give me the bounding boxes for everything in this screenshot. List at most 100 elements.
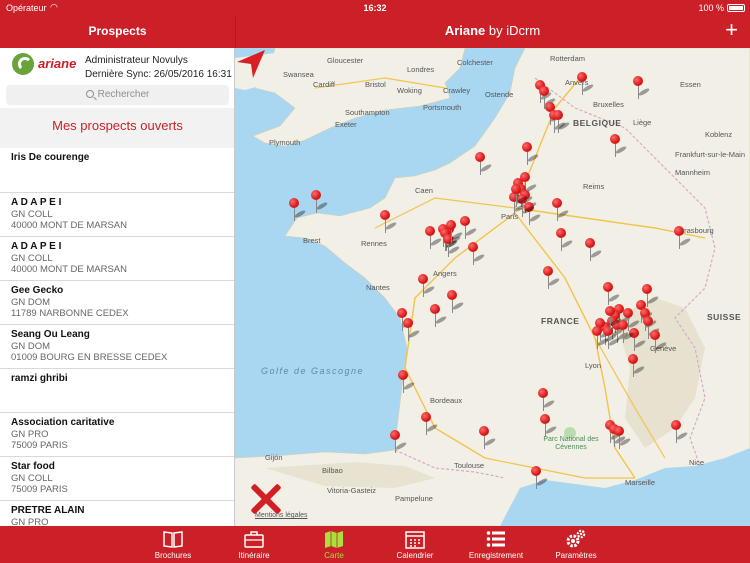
- prospect-map-pin[interactable]: [429, 304, 448, 328]
- ariane-logo: ariane: [12, 53, 76, 75]
- prospect-map-pin[interactable]: [424, 226, 443, 250]
- map-label-woking: Woking: [397, 86, 422, 95]
- map-label-bordeaux: Bordeaux: [430, 396, 463, 405]
- prospect-map-pin[interactable]: [467, 242, 486, 266]
- map-label-ostende: Ostende: [485, 90, 514, 99]
- prospect-map-pin[interactable]: [542, 266, 561, 290]
- prospect-map-pin[interactable]: [551, 198, 570, 222]
- prospect-map-pin[interactable]: [420, 412, 439, 436]
- prospect-map-pin[interactable]: [397, 370, 416, 394]
- app-title: Ariane by iDcrm: [235, 23, 750, 38]
- prospect-map-pin[interactable]: [552, 110, 571, 134]
- prospect-map-pin[interactable]: [474, 152, 493, 176]
- map-label-rotterdam: Rotterdam: [550, 54, 586, 63]
- prospect-map-pin[interactable]: [555, 228, 574, 252]
- tab-book[interactable]: Brochures: [133, 526, 213, 563]
- map-label-park: Parc National des Cévennes: [543, 436, 599, 451]
- locate-arrow-icon[interactable]: [235, 48, 267, 80]
- prospect-list-item[interactable]: ramzi ghribi: [0, 368, 234, 412]
- prospect-map-pin[interactable]: [591, 326, 610, 350]
- prospect-address: 40000 MONT DE MARSAN: [11, 220, 127, 231]
- prospect-map-pin[interactable]: [649, 330, 668, 354]
- map-label-frankfurt: Frankfurt-sur-le-Main: [675, 150, 746, 159]
- map-view[interactable]: Gloucester Londres Colchester Rotterdam Swan…: [235, 48, 750, 526]
- map-label-belgique: BELGIQUE: [573, 118, 622, 128]
- prospect-map-pin[interactable]: [537, 388, 556, 412]
- prospect-list-item[interactable]: Iris De courenge: [0, 148, 234, 192]
- map-label-colchester: Colchester: [457, 58, 493, 67]
- map-label-angers: Angers: [433, 269, 457, 278]
- user-name: Administrateur Novulys: [85, 55, 188, 66]
- prospect-map-pin[interactable]: [288, 198, 307, 222]
- map-label-liege: Liège: [633, 118, 652, 127]
- map-label-swansea: Swansea: [283, 70, 314, 79]
- prospect-map-pin[interactable]: [446, 290, 465, 314]
- prospect-map-pin[interactable]: [478, 426, 497, 450]
- gears-icon: [565, 529, 587, 549]
- prospect-list-item[interactable]: Gee Gecko GN DOM 11789 NARBONNE CEDEX: [0, 280, 234, 324]
- prospect-map-pin[interactable]: [627, 354, 646, 378]
- prospect-list-item[interactable]: A D A P E I GN COLL 40000 MONT DE MARSAN: [0, 192, 234, 236]
- close-map-button[interactable]: [249, 482, 283, 516]
- tab-gears[interactable]: Paramètres: [536, 526, 616, 563]
- calendar-icon: [404, 529, 426, 549]
- prospect-list-item[interactable]: A D A P E I GN COLL 40000 MONT DE MARSAN: [0, 236, 234, 280]
- tab-label: Paramètres: [555, 551, 597, 560]
- tab-briefcase[interactable]: Itinéraire: [214, 526, 294, 563]
- book-icon: [162, 529, 184, 549]
- prospect-map-pin[interactable]: [417, 274, 436, 298]
- map-label-bruxelles: Bruxelles: [593, 100, 624, 109]
- prospect-map-pin[interactable]: [576, 72, 595, 96]
- prospect-map-pin[interactable]: [628, 328, 647, 352]
- prospects-sidebar: ariane Administrateur Novulys Dernière S…: [0, 48, 235, 526]
- tab-label: Enregistrement: [468, 551, 524, 560]
- map-label-caen: Caen: [415, 186, 433, 195]
- prospect-map-pin[interactable]: [459, 216, 478, 240]
- prospect-list-item[interactable]: Seang Ou Leang GN DOM 01009 BOURG EN BRESS…: [0, 324, 234, 368]
- logo-mark-icon: [12, 53, 34, 75]
- map-label-suisse: SUISSE: [707, 312, 742, 322]
- prospect-map-pin[interactable]: [539, 414, 558, 438]
- prospect-map-pin[interactable]: [604, 306, 623, 330]
- tab-calendar[interactable]: Calendrier: [375, 526, 455, 563]
- prospect-map-pin[interactable]: [617, 320, 636, 344]
- tab-bar: Brochures Itinéraire Carte Calendrier Enregi…: [0, 526, 750, 563]
- prospect-map-pin[interactable]: [609, 134, 628, 158]
- map-label-golfe: Golfe de Gascogne: [261, 366, 365, 376]
- map-label-france: FRANCE: [541, 316, 580, 326]
- prospect-map-pin[interactable]: [402, 318, 421, 342]
- prospect-map-pin[interactable]: [510, 184, 529, 208]
- search-input[interactable]: Rechercher: [6, 85, 229, 105]
- prospect-category: GN PRO: [11, 517, 49, 526]
- list-icon: [485, 529, 507, 549]
- prospect-map-pin[interactable]: [310, 190, 329, 214]
- tab-list[interactable]: Enregistrement: [456, 526, 536, 563]
- prospect-map-pin[interactable]: [602, 282, 621, 306]
- prospect-map-pin[interactable]: [530, 466, 549, 490]
- map-label-rennes: Rennes: [361, 239, 387, 248]
- prospect-map-pin[interactable]: [379, 210, 398, 234]
- prospect-list-item[interactable]: Star food GN COLL 75009 PARIS: [0, 456, 234, 500]
- prospect-name: Iris De courenge: [11, 152, 90, 163]
- status-time: 16:32: [363, 3, 387, 13]
- prospect-map-pin[interactable]: [389, 430, 408, 454]
- map-label-marseille: Marseille: [625, 478, 656, 487]
- prospect-map-pin[interactable]: [521, 142, 540, 166]
- tab-map[interactable]: Carte: [294, 526, 374, 563]
- prospect-map-pin[interactable]: [584, 238, 603, 262]
- prospect-map-pin[interactable]: [673, 226, 692, 250]
- prospect-name: Seang Ou Leang: [11, 329, 90, 340]
- prospect-map-pin[interactable]: [613, 426, 632, 450]
- prospect-map-pin[interactable]: [670, 420, 689, 444]
- map-label-exeter: Exeter: [335, 120, 357, 129]
- prospect-map-pin[interactable]: [632, 76, 651, 100]
- map-label-essen: Essen: [680, 80, 701, 89]
- add-button[interactable]: +: [725, 18, 738, 42]
- prospect-map-pin[interactable]: [445, 220, 464, 244]
- prospect-category: GN DOM: [11, 297, 51, 308]
- map-label-lyon: Lyon: [585, 361, 601, 370]
- map-land: [235, 48, 750, 526]
- prospect-list-item[interactable]: PRETRE ALAIN GN PRO: [0, 500, 234, 526]
- prospect-list-item[interactable]: Association caritative GN PRO 75009 PARIS: [0, 412, 234, 456]
- section-title: Mes prospects ouverts: [52, 118, 183, 133]
